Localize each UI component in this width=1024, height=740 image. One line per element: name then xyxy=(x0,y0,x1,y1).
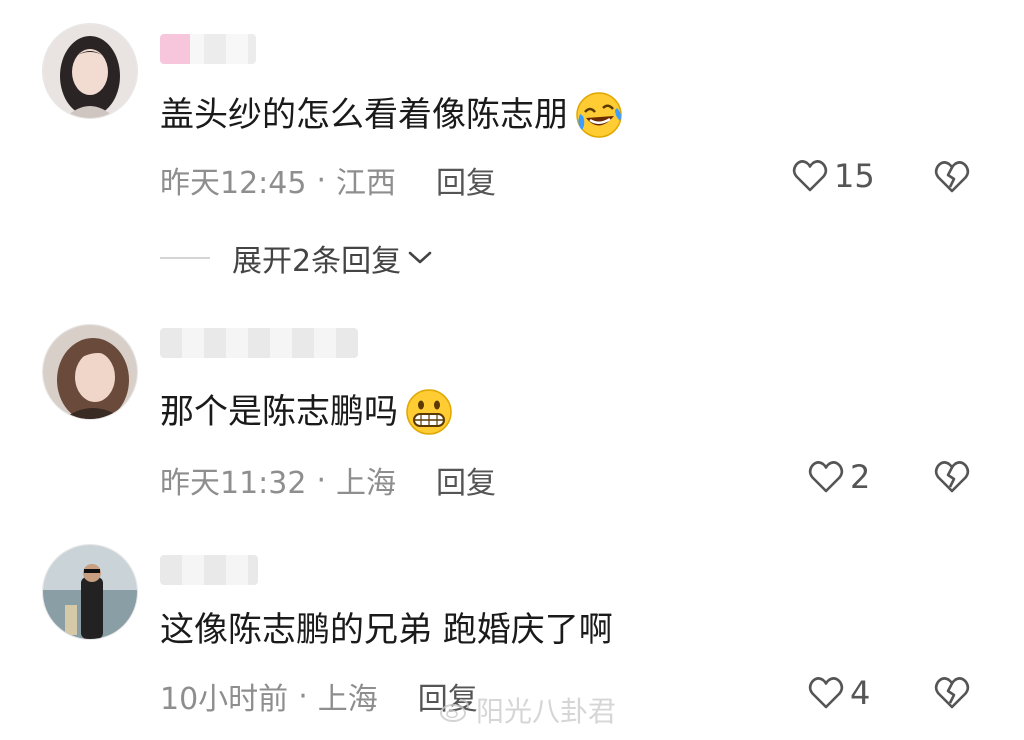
comment-location: 上海 xyxy=(336,466,397,501)
reply-button[interactable]: 回复 xyxy=(436,158,496,202)
comment-text: 那个是陈志鹏吗 xyxy=(160,387,454,437)
comment-time: 昨天12:45 xyxy=(160,166,307,201)
heart-outline-icon xyxy=(808,677,844,709)
comment-location: 江西 xyxy=(336,166,397,201)
comment-time: 10小时前 xyxy=(160,682,289,717)
comment-body: 盖头纱的怎么看着像陈志朋 xyxy=(160,95,568,135)
like-count: 15 xyxy=(834,157,875,195)
username[interactable] xyxy=(160,555,258,585)
expand-replies[interactable]: 展开2条回复 xyxy=(160,236,433,280)
meta-separator: · xyxy=(316,462,327,498)
comment-meta: 昨天12:45 · 江西 回复 xyxy=(160,158,496,202)
laughing-tears-emoji-icon xyxy=(574,90,624,140)
like-count: 4 xyxy=(850,674,871,712)
dislike-button[interactable] xyxy=(934,676,970,712)
avatar[interactable] xyxy=(42,324,138,420)
dislike-button[interactable] xyxy=(934,460,970,496)
avatar[interactable] xyxy=(42,23,138,119)
like-count: 2 xyxy=(850,458,871,496)
like-button[interactable]: 4 xyxy=(808,674,870,712)
comment-body: 那个是陈志鹏吗 xyxy=(160,392,398,432)
broken-heart-icon xyxy=(934,677,970,709)
comment-text: 这像陈志鹏的兄弟 跑婚庆了啊 xyxy=(160,608,613,652)
comment-text: 盖头纱的怎么看着像陈志朋 xyxy=(160,90,624,140)
grinning-emoji-icon xyxy=(404,387,454,437)
avatar[interactable] xyxy=(42,544,138,640)
comment-location: 上海 xyxy=(317,682,378,717)
expand-replies-label: 展开2条回复 xyxy=(232,244,402,279)
comment-meta: 10小时前 · 上海 回复 xyxy=(160,674,478,718)
blurred-username xyxy=(160,555,258,585)
meta-separator: · xyxy=(298,678,308,714)
weibo-logo-icon xyxy=(440,699,469,722)
comment-meta: 昨天11:32 · 上海 回复 xyxy=(160,458,496,502)
heart-outline-icon xyxy=(808,461,844,493)
watermark-text: 阳光八卦君 xyxy=(476,695,617,728)
dislike-button[interactable] xyxy=(934,160,970,196)
divider-line xyxy=(160,257,210,259)
broken-heart-icon xyxy=(934,461,970,493)
chevron-down-icon xyxy=(408,251,432,264)
watermark: 阳光八卦君 xyxy=(440,690,616,730)
heart-outline-icon xyxy=(792,160,828,192)
comment-body: 这像陈志鹏的兄弟 跑婚庆了啊 xyxy=(160,610,613,650)
comment-time: 昨天11:32 xyxy=(160,466,307,501)
blurred-username xyxy=(160,328,358,358)
like-button[interactable]: 15 xyxy=(792,157,875,195)
blurred-username xyxy=(160,34,256,64)
broken-heart-icon xyxy=(934,161,970,193)
username[interactable] xyxy=(160,34,256,64)
meta-separator: · xyxy=(316,162,327,198)
username[interactable] xyxy=(160,328,358,358)
comment-list: 盖头纱的怎么看着像陈志朋 昨天12:45 · 江西 回复 15 展开2条回复 那… xyxy=(0,0,1024,740)
reply-button[interactable]: 回复 xyxy=(436,458,496,502)
like-button[interactable]: 2 xyxy=(808,458,870,496)
